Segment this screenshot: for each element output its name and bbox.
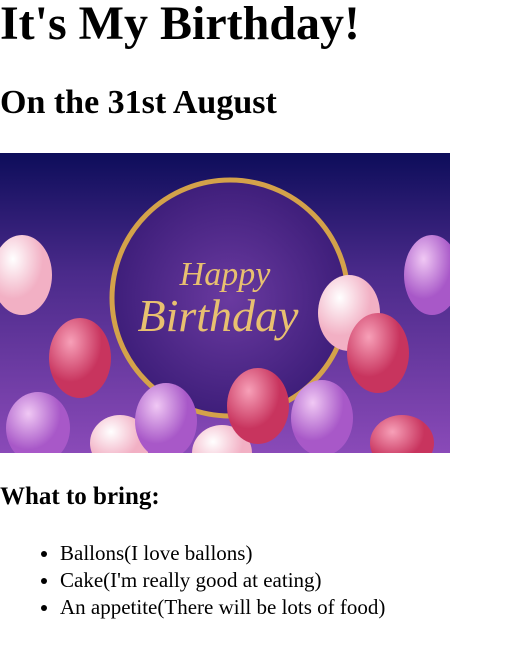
bring-heading: What to bring: [0, 483, 160, 510]
list-item: An appetite(There will be lots of food) [60, 594, 385, 621]
bring-list: Ballons(I love ballons) Cake(I'm really … [0, 540, 385, 621]
date-heading: On the 31st August [0, 84, 277, 121]
banner-happy-text: Happy [179, 256, 272, 293]
banner-birthday-text: Birthday [138, 290, 300, 341]
list-item: Cake(I'm really good at eating) [60, 567, 385, 594]
page-title: It's My Birthday! [0, 0, 360, 50]
birthday-banner-image: Happy Birthday [0, 153, 450, 453]
list-item: Ballons(I love ballons) [60, 540, 385, 567]
